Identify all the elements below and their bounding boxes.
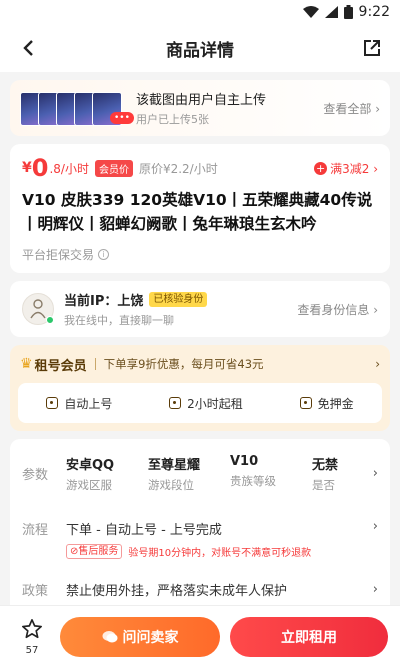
flow-row[interactable]: 流程 下单 - 自动上号 - 上号完成 ⊘售后服务 验号期10分钟内，对账号不满… — [10, 501, 390, 571]
spec-value: 至尊星耀 — [148, 457, 201, 473]
policy-row[interactable]: 政策 禁止使用外挂，严格落实未成年人保护 › — [10, 571, 390, 607]
price-currency: ¥ — [22, 160, 32, 176]
spec-key: 游戏区服 — [66, 477, 112, 492]
status-bar: 9:22 — [0, 0, 400, 24]
favorite-button[interactable]: 57 — [14, 618, 50, 656]
member-price-tag: 会员价 — [94, 159, 133, 177]
star-icon — [22, 618, 42, 638]
avatar — [22, 293, 54, 325]
chevron-right-icon: › — [372, 519, 378, 534]
wifi-icon — [302, 6, 319, 18]
spec-value: 安卓QQ — [66, 457, 115, 473]
spec-key: 游戏段位 — [148, 477, 194, 492]
perk-label: 2小时起租 — [187, 396, 243, 411]
spec-key: 贵族等级 — [230, 473, 276, 488]
details-card: 参数 安卓QQ 游戏区服 至尊星耀 游戏段位 V10 贵族等级 无禁 是否 › … — [10, 439, 390, 623]
seller-ip: 当前IP：上饶 — [64, 294, 144, 309]
perk-no-deposit: 免押金 — [299, 395, 354, 412]
perk-label: 免押金 — [317, 396, 354, 411]
verified-badge: 已核验身份 — [149, 292, 208, 307]
price-integer: 0 — [31, 154, 49, 182]
promo-label: 满3减2 › — [330, 161, 378, 176]
chevron-right-icon: › — [372, 465, 378, 481]
policy-text: 禁止使用外挂，严格落实未成年人保护 — [66, 583, 288, 599]
favorite-count: 57 — [25, 644, 39, 656]
flow-label: 流程 — [22, 523, 49, 538]
avatar-figure-icon — [30, 299, 46, 319]
page-title: 商品详情 — [166, 40, 234, 61]
original-price: 原价¥2.2/小时 — [138, 161, 218, 176]
spec-item: 至尊星耀 游戏段位 — [148, 454, 230, 493]
spec-key: 是否 — [312, 477, 335, 492]
screenshot-title: 该截图由用户自主上传 — [136, 93, 267, 108]
after-sale-tag: ⊘售后服务 — [66, 544, 123, 559]
screenshot-count: 用户已上传5张 — [136, 113, 209, 126]
refund-note: 验号期10分钟内，对账号不满意可秒退款 — [128, 548, 312, 559]
info-icon: i — [98, 249, 110, 260]
rent-now-button[interactable]: 立即租用 — [230, 616, 388, 657]
share-button[interactable] — [358, 34, 386, 62]
chat-icon — [102, 630, 117, 642]
membership-perks: 自动上号 2小时起租 免押金 — [18, 383, 382, 423]
back-arrow-icon — [23, 40, 33, 56]
view-all-link[interactable]: 查看全部 › — [323, 100, 380, 117]
ask-seller-label: 问问卖家 — [122, 629, 179, 646]
spec-value: 无禁 — [312, 457, 339, 473]
product-info-card: ¥ 0 .8/小时 会员价 原价¥2.2/小时 + 满3减2 › V10 皮肤3… — [10, 144, 390, 273]
spec-value: V10 — [230, 453, 259, 469]
coupon-icon: + — [314, 161, 328, 175]
chevron-right-icon: › — [372, 581, 378, 597]
seller-card[interactable]: 当前IP：上饶 已核验身份 我在线中，直接聊一聊 查看身份信息 › — [10, 281, 390, 337]
seller-status: 我在线中，直接聊一聊 — [64, 314, 174, 327]
back-button[interactable] — [14, 34, 42, 62]
clock-icon — [46, 397, 59, 409]
flow-steps: 下单 - 自动上号 - 上号完成 — [66, 523, 222, 538]
spec-item: 无禁 是否 — [312, 454, 364, 493]
price-unit: .8/小时 — [49, 161, 89, 176]
chevron-right-icon: › — [375, 357, 380, 371]
crown-icon: ♛ — [20, 356, 33, 372]
product-title: V10 皮肤339 120英雄V10丨五荣耀典藏40传说丨明辉仪丨貂蝉幻阙歌丨兔… — [22, 191, 373, 233]
params-label: 参数 — [22, 467, 49, 483]
divider — [94, 358, 96, 370]
perk-auto-login: 自动上号 — [46, 395, 112, 412]
more-badge: ••• — [110, 112, 134, 124]
timer-icon — [169, 397, 182, 409]
ask-seller-button[interactable]: 问问卖家 — [60, 616, 220, 657]
spec-item: 安卓QQ 游戏区服 — [66, 454, 148, 493]
membership-desc: 下单享9折优惠，每月可省43元 — [103, 357, 264, 371]
guarantee-label: 平台拒保交易 — [22, 248, 95, 262]
policy-label: 政策 — [22, 583, 49, 599]
signal-icon — [324, 6, 338, 18]
status-time: 9:22 — [358, 4, 390, 20]
deposit-icon — [299, 397, 312, 409]
screenshot-thumbnails[interactable]: ••• — [20, 88, 134, 128]
params-row[interactable]: 参数 安卓QQ 游戏区服 至尊星耀 游戏段位 V10 贵族等级 无禁 是否 › — [10, 445, 390, 501]
perk-min-rent: 2小时起租 — [169, 395, 243, 412]
share-icon — [364, 40, 380, 56]
view-identity-link[interactable]: 查看身份信息 › — [297, 301, 378, 318]
screenshot-banner[interactable]: ••• 该截图由用户自主上传 用户已上传5张 查看全部 › — [10, 80, 390, 136]
spec-item: V10 贵族等级 — [230, 454, 312, 493]
guarantee-info[interactable]: 平台拒保交易 i — [22, 246, 378, 263]
rent-now-label: 立即租用 — [281, 629, 337, 646]
battery-icon — [343, 5, 353, 19]
promo-button[interactable]: + 满3减2 › — [314, 160, 378, 177]
nav-bar: 商品详情 — [0, 24, 400, 72]
perk-label: 自动上号 — [64, 396, 113, 411]
bottom-action-bar: 57 问问卖家 立即租用 — [0, 605, 400, 667]
online-status-dot — [46, 316, 54, 324]
membership-card[interactable]: ♛ 租号会员 下单享9折优惠，每月可省43元 › 自动上号 2小时起租 免押金 — [10, 345, 390, 431]
membership-title: 租号会员 — [34, 358, 87, 374]
